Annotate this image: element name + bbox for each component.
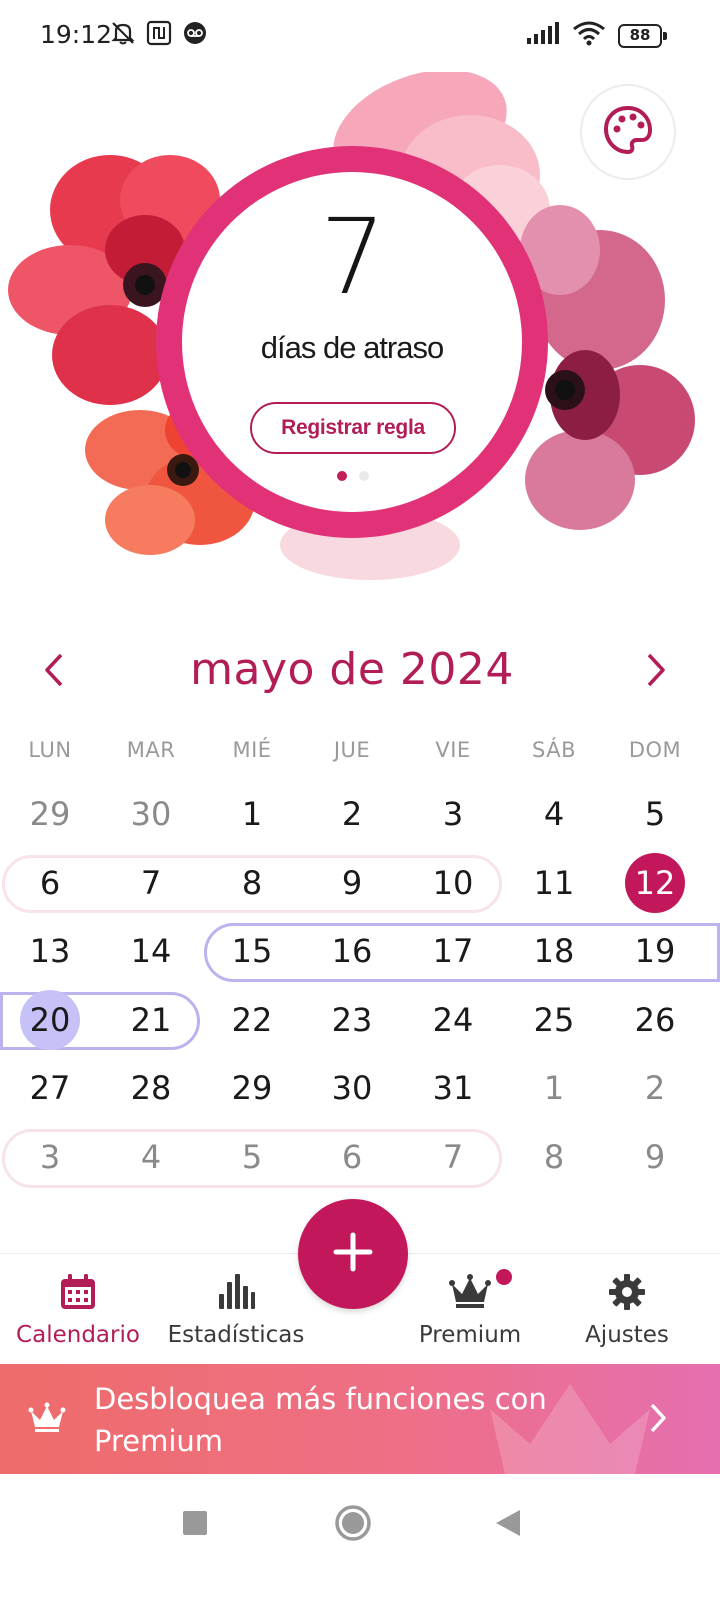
calendar-day[interactable]: 30 bbox=[302, 1054, 402, 1122]
calendar-day[interactable]: 1 bbox=[202, 780, 302, 848]
chevron-left-icon bbox=[43, 652, 65, 693]
calendar-day[interactable]: 20 bbox=[0, 986, 100, 1054]
status-bar: 19:12 88 bbox=[0, 0, 720, 72]
muted-bell-icon bbox=[110, 20, 136, 51]
calendar-grid: 29 30 1 2 3 4 5 6 7 8 9 10 11 12 13 14 15 16 17 18 19 20 21 22 2… bbox=[0, 780, 720, 1200]
calendar-day[interactable]: 28 bbox=[101, 1054, 201, 1122]
calendar-day[interactable]: 26 bbox=[605, 986, 705, 1054]
calendar-day[interactable]: 11 bbox=[504, 849, 604, 917]
premium-banner-text: Desbloquea más funciones con Premium bbox=[94, 1382, 547, 1458]
calendar-day[interactable]: 22 bbox=[202, 986, 302, 1054]
register-period-button[interactable]: Registrar regla bbox=[250, 402, 456, 454]
calendar-day[interactable]: 18 bbox=[504, 917, 604, 985]
nav-label: Ajustes bbox=[585, 1322, 669, 1348]
calendar-day[interactable]: 23 bbox=[302, 986, 402, 1054]
system-navigation-bar bbox=[0, 1474, 720, 1600]
nav-statistics[interactable]: Estadísticas bbox=[166, 1254, 306, 1366]
calendar-day[interactable]: 2 bbox=[605, 1054, 705, 1122]
weekday-label: MAR bbox=[126, 738, 176, 762]
calendar-day[interactable]: 21 bbox=[101, 986, 201, 1054]
theme-palette-button[interactable] bbox=[580, 84, 676, 180]
hero-page-indicator bbox=[337, 471, 369, 481]
calendar-day[interactable]: 6 bbox=[302, 1123, 402, 1191]
voicemail-icon bbox=[182, 20, 208, 51]
weekday-label: JUE bbox=[333, 738, 371, 762]
recents-button[interactable] bbox=[182, 1510, 208, 1541]
page-dot-active[interactable] bbox=[337, 471, 347, 481]
late-days-label: días de atraso bbox=[260, 330, 444, 365]
weekday-header: LUN MAR MIÉ JUE VIE SÁB DOM bbox=[0, 738, 720, 768]
battery-icon: 88 bbox=[618, 23, 667, 48]
next-month-button[interactable] bbox=[636, 650, 676, 694]
calendar-day[interactable]: 30 bbox=[101, 780, 201, 848]
month-title: mayo de 2024 bbox=[190, 644, 514, 695]
calendar-day[interactable]: 14 bbox=[101, 917, 201, 985]
calendar-day[interactable]: 5 bbox=[202, 1123, 302, 1191]
chevron-right-icon bbox=[645, 652, 667, 693]
calendar-day[interactable]: 17 bbox=[403, 917, 503, 985]
chevron-right-icon bbox=[648, 1402, 668, 1439]
weekday-label: LUN bbox=[28, 738, 72, 762]
calendar-day[interactable]: 31 bbox=[403, 1054, 503, 1122]
previous-month-button[interactable] bbox=[34, 650, 74, 694]
nav-settings[interactable]: Ajustes bbox=[557, 1254, 697, 1366]
palette-icon bbox=[601, 103, 655, 162]
calendar-day[interactable]: 6 bbox=[0, 849, 100, 917]
weekday-label: DOM bbox=[628, 738, 682, 762]
calendar-day[interactable]: 7 bbox=[101, 849, 201, 917]
calendar-day[interactable]: 4 bbox=[504, 780, 604, 848]
weekday-label: SÁB bbox=[532, 738, 576, 762]
weekday-label: VIE bbox=[435, 738, 471, 762]
calendar-day[interactable]: 27 bbox=[0, 1054, 100, 1122]
calendar-day[interactable]: 19 bbox=[605, 917, 705, 985]
nav-label: Calendario bbox=[16, 1322, 140, 1348]
late-days-count: 7 bbox=[319, 196, 386, 318]
nav-label: Estadísticas bbox=[167, 1322, 305, 1348]
calendar-day[interactable]: 8 bbox=[504, 1123, 604, 1191]
wifi-icon bbox=[572, 20, 606, 51]
calendar-day[interactable]: 9 bbox=[302, 849, 402, 917]
calendar-day[interactable]: 13 bbox=[0, 917, 100, 985]
circle-icon bbox=[335, 1505, 371, 1541]
calendar-day[interactable]: 5 bbox=[605, 780, 705, 848]
nav-premium[interactable]: Premium bbox=[400, 1254, 540, 1366]
square-icon bbox=[183, 1511, 207, 1535]
calendar-day[interactable]: 15 bbox=[202, 917, 302, 985]
calendar-day[interactable]: 25 bbox=[504, 986, 604, 1054]
calendar-day[interactable]: 12 bbox=[605, 849, 705, 917]
nav-label: Premium bbox=[418, 1322, 522, 1348]
calendar-day[interactable]: 29 bbox=[202, 1054, 302, 1122]
calendar-day[interactable]: 8 bbox=[202, 849, 302, 917]
back-button[interactable] bbox=[494, 1508, 522, 1543]
triangle-back-icon bbox=[496, 1510, 520, 1536]
home-button[interactable] bbox=[334, 1504, 372, 1547]
calendar-day[interactable]: 16 bbox=[302, 917, 402, 985]
calendar-day[interactable]: 10 bbox=[403, 849, 503, 917]
calendar-day[interactable]: 2 bbox=[302, 780, 402, 848]
crown-icon bbox=[448, 1272, 492, 1312]
add-entry-button[interactable] bbox=[298, 1199, 408, 1309]
calendar-day[interactable]: 3 bbox=[0, 1123, 100, 1191]
premium-notification-badge bbox=[496, 1269, 512, 1285]
weekday-label: MIÉ bbox=[232, 738, 272, 762]
calendar-day[interactable]: 4 bbox=[101, 1123, 201, 1191]
calendar-day[interactable]: 9 bbox=[605, 1123, 705, 1191]
plus-icon bbox=[331, 1230, 375, 1279]
calendar-icon bbox=[58, 1272, 98, 1312]
status-time: 19:12 bbox=[40, 20, 113, 49]
calendar-day[interactable]: 7 bbox=[403, 1123, 503, 1191]
crown-icon bbox=[28, 1402, 66, 1439]
calendar-day[interactable]: 1 bbox=[504, 1054, 604, 1122]
nfc-icon bbox=[146, 20, 172, 51]
nav-calendar[interactable]: Calendario bbox=[8, 1254, 148, 1366]
page-dot[interactable] bbox=[359, 471, 369, 481]
calendar-day[interactable]: 24 bbox=[403, 986, 503, 1054]
calendar-day[interactable]: 3 bbox=[403, 780, 503, 848]
gear-icon bbox=[607, 1272, 647, 1312]
signal-icon bbox=[526, 21, 560, 50]
calendar-day[interactable]: 29 bbox=[0, 780, 100, 848]
bar-chart-icon bbox=[216, 1272, 256, 1312]
premium-banner[interactable]: Desbloquea más funciones con Premium bbox=[0, 1364, 720, 1474]
